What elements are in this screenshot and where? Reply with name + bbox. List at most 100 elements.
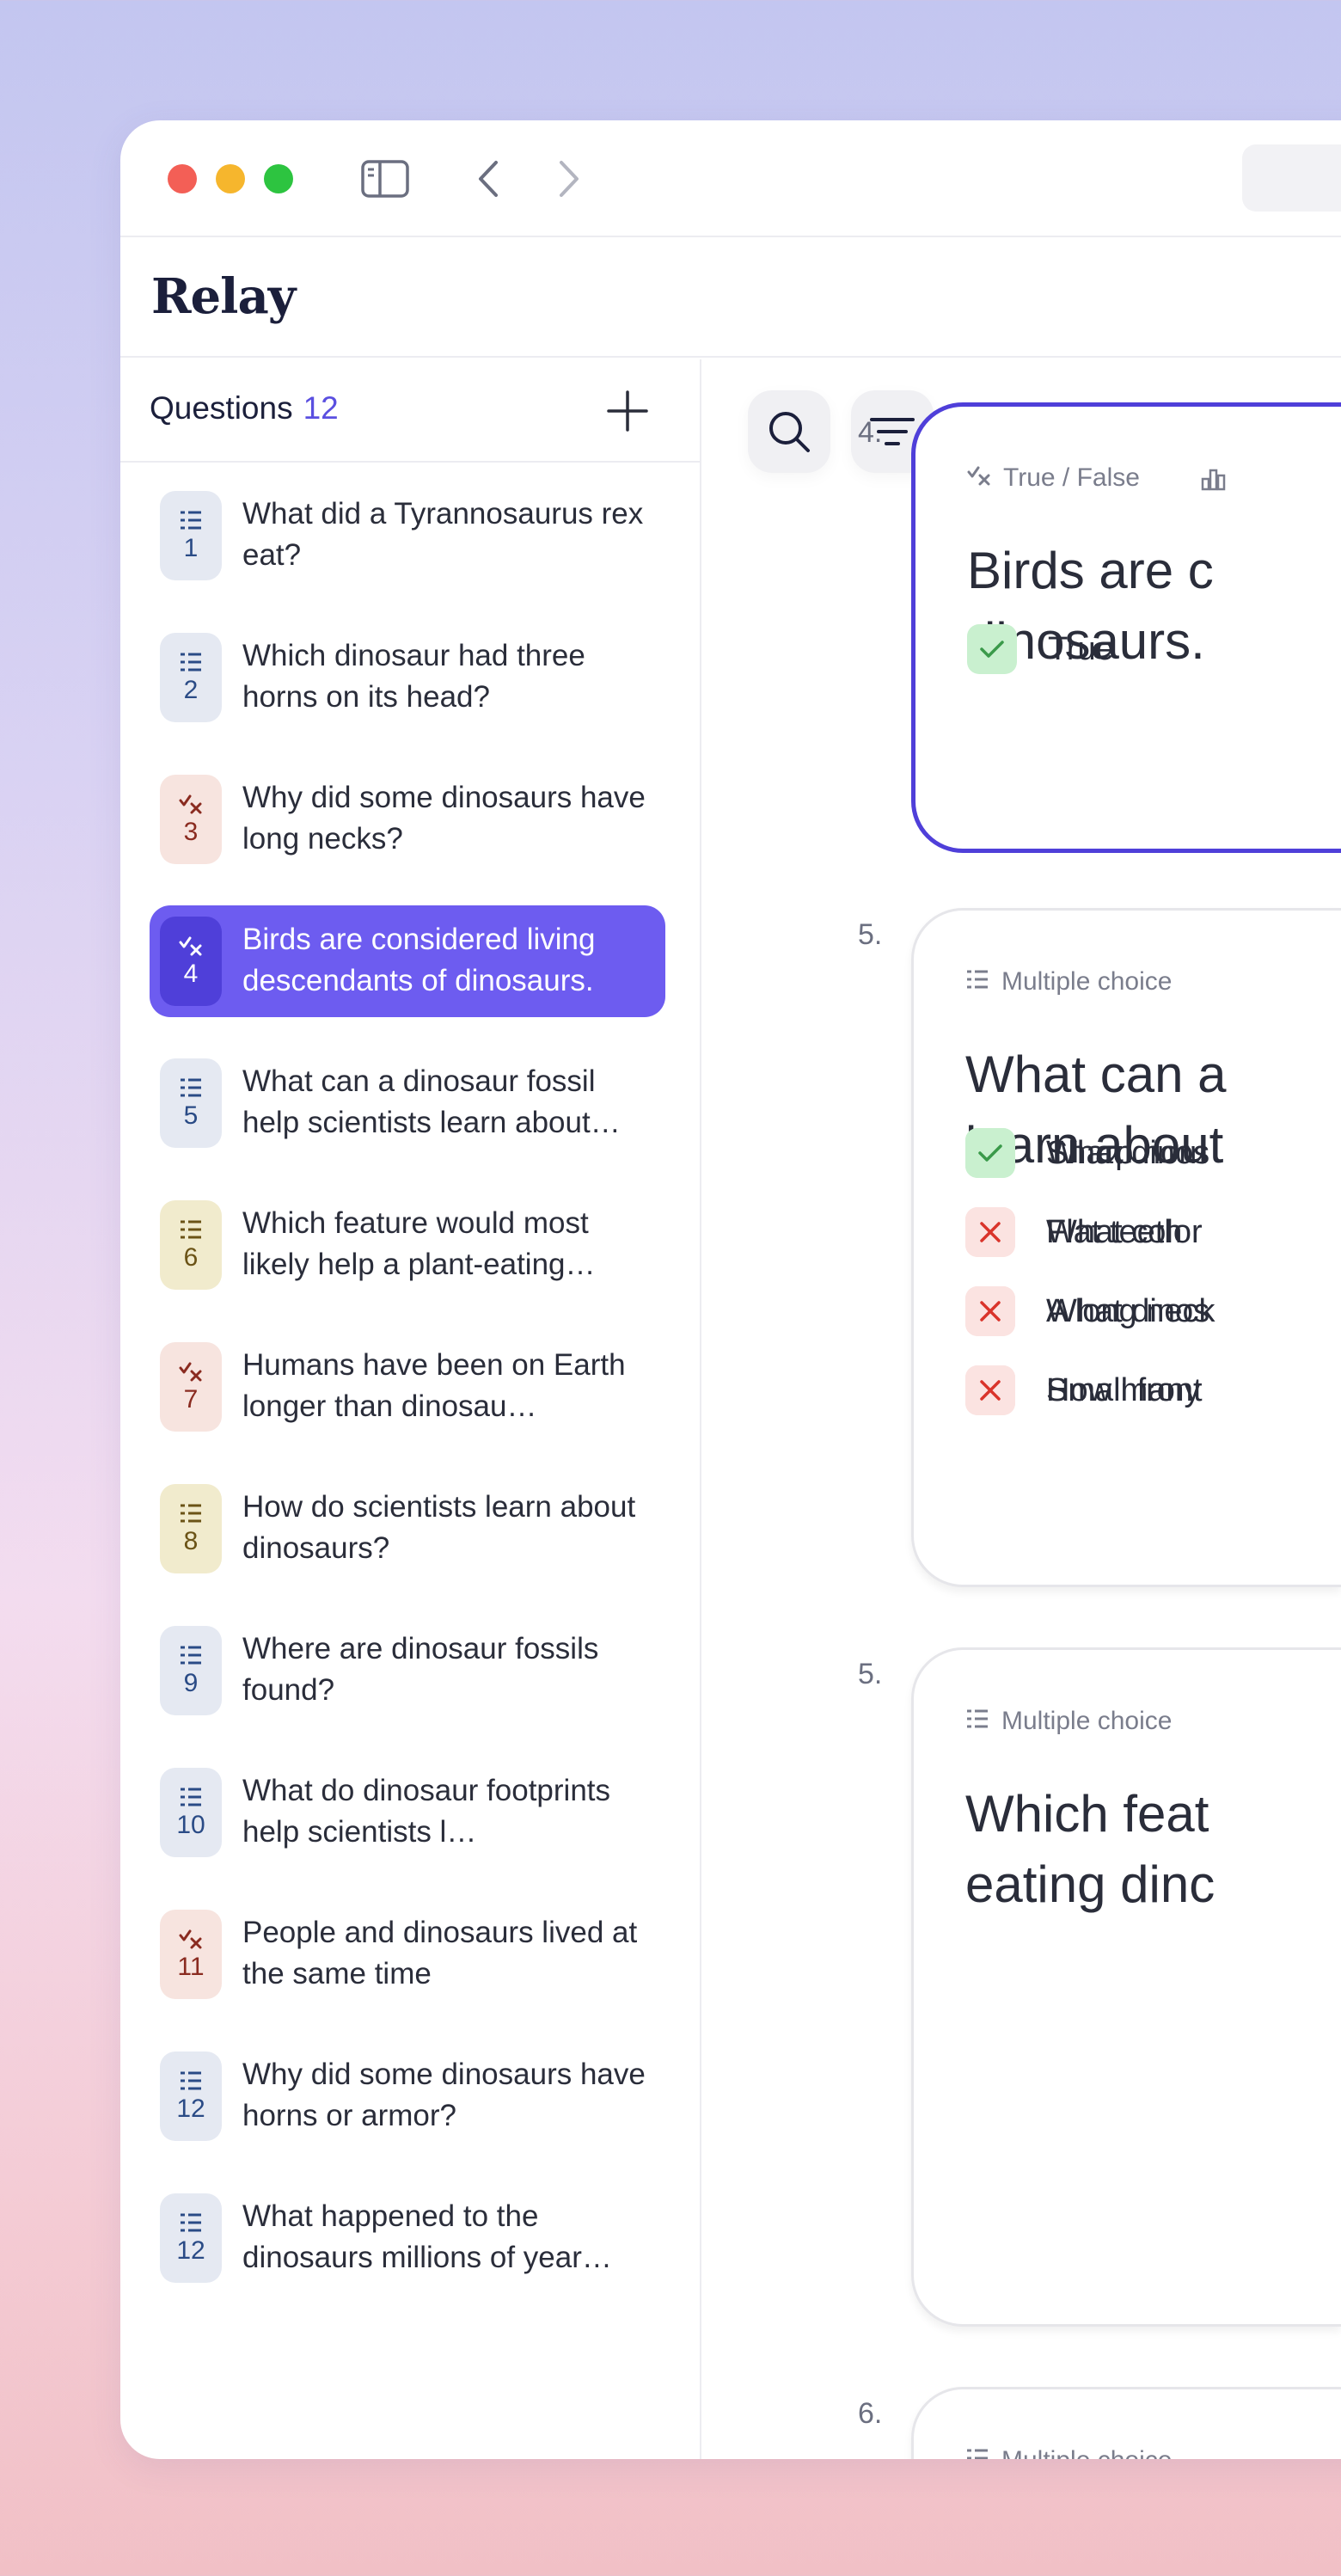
- answer-text: A long neck: [1046, 1292, 1215, 1329]
- question-list-item[interactable]: 2 Which dinosaur had three horns on its …: [150, 622, 665, 733]
- card-type-label: Multiple choice: [965, 2446, 1172, 2459]
- search-button[interactable]: [748, 390, 830, 473]
- true-false-icon: [179, 794, 203, 814]
- question-number: 8: [183, 1527, 199, 1555]
- question-text: Why did some dinosaurs have long necks?: [242, 781, 646, 856]
- multiple-choice-icon: [179, 652, 203, 672]
- answer-option[interactable]: Sharp horn: [965, 1127, 1208, 1179]
- question-text: Why did some dinosaurs have horns or arm…: [242, 2058, 646, 2132]
- question-card-selected[interactable]: True / False Birds are c dinosaurs. True: [911, 402, 1341, 853]
- forward-arrow-icon[interactable]: [552, 155, 586, 203]
- close-icon[interactable]: [965, 1286, 1015, 1336]
- answer-text: Sharp horn: [1046, 1134, 1209, 1171]
- question-badge: 10: [160, 1768, 222, 1857]
- question-badge: 8: [160, 1484, 222, 1573]
- check-icon[interactable]: [967, 624, 1017, 674]
- close-window-button[interactable]: [168, 164, 197, 193]
- question-card[interactable]: Multiple choice: [911, 2387, 1341, 2459]
- back-arrow-icon[interactable]: [471, 155, 505, 203]
- question-number: 5: [183, 1101, 199, 1130]
- plus-icon: [607, 390, 648, 432]
- question-list-item[interactable]: 1 What did a Tyrannosaurus rex eat?: [150, 480, 665, 592]
- multiple-choice-icon: [179, 1645, 203, 1665]
- question-list-item[interactable]: 12 Why did some dinosaurs have horns or …: [150, 2040, 665, 2152]
- close-icon[interactable]: [965, 1365, 1015, 1415]
- question-badge: 7: [160, 1342, 222, 1432]
- question-text: What happened to the dinosaurs millions …: [242, 2199, 612, 2274]
- card-question-number: 5.: [858, 918, 883, 951]
- question-number: 9: [183, 1669, 199, 1697]
- question-number: 4: [183, 960, 199, 988]
- answer-option[interactable]: A long neck: [965, 1285, 1215, 1337]
- add-question-button[interactable]: [602, 385, 653, 437]
- question-list-item[interactable]: 12 What happened to the dinosaurs millio…: [150, 2182, 665, 2294]
- multiple-choice-icon: [179, 2212, 203, 2233]
- question-text: What can a dinosaur fossil help scientis…: [242, 1064, 621, 1139]
- question-badge: 11: [160, 1910, 222, 1999]
- question-list-item[interactable]: 5 What can a dinosaur fossil help scient…: [150, 1047, 665, 1159]
- question-badge: 9: [160, 1626, 222, 1715]
- question-number: 12: [176, 2236, 205, 2265]
- question-list-item[interactable]: 6 Which feature would most likely help a…: [150, 1189, 665, 1301]
- question-number: 2: [183, 676, 199, 704]
- app-logo[interactable]: Relay: [151, 268, 296, 325]
- card-type-text: Multiple choice: [1001, 1707, 1173, 1735]
- true-false-icon: [179, 1929, 203, 1949]
- question-badge: 4: [160, 917, 222, 1006]
- question-list-item[interactable]: 9 Where are dinosaur fossils found?: [150, 1615, 665, 1727]
- card-type-text: Multiple choice: [1001, 2446, 1172, 2459]
- question-card[interactable]: Multiple choice Which feat eating dinc Sh…: [911, 1128, 1341, 2327]
- multiple-choice-icon: [179, 510, 203, 531]
- close-icon[interactable]: [965, 1207, 1015, 1257]
- card-question-line: Which feat: [965, 1785, 1209, 1843]
- check-icon[interactable]: [965, 1128, 1015, 1178]
- card-type-text: True / False: [1003, 463, 1140, 492]
- card-question-line: Birds are c: [967, 542, 1214, 599]
- true-false-icon: [179, 1361, 203, 1382]
- minimize-window-button[interactable]: [216, 164, 245, 193]
- question-text: What did a Tyrannosaurus rex eat?: [242, 497, 644, 572]
- multiple-choice-icon: [965, 967, 989, 997]
- question-list-item[interactable]: 4 Birds are considered living descendant…: [150, 905, 665, 1017]
- question-list: 1 What did a Tyrannosaurus rex eat? 2 Wh…: [150, 480, 665, 2324]
- question-number: 12: [176, 2095, 205, 2123]
- maximize-window-button[interactable]: [264, 164, 293, 193]
- question-list-item[interactable]: 11 People and dinosaurs lived at the sam…: [150, 1898, 665, 2010]
- card-question-number: 6.: [858, 2397, 883, 2430]
- app-header: Relay: [120, 239, 1341, 358]
- card-type-label: True / False: [967, 463, 1140, 493]
- question-badge: 3: [160, 775, 222, 864]
- answer-option[interactable]: True: [967, 623, 1114, 675]
- sidebar-toggle-icon[interactable]: [359, 155, 411, 203]
- card-question-line: What can a: [965, 1046, 1227, 1103]
- question-badge: 2: [160, 633, 222, 722]
- question-text: Birds are considered living descendants …: [242, 923, 596, 997]
- window-titlebar: [120, 120, 1341, 237]
- question-list-item[interactable]: 10 What do dinosaur footprints help scie…: [150, 1757, 665, 1868]
- question-text: Where are dinosaur fossils found?: [242, 1632, 599, 1707]
- multiple-choice-icon: [965, 1707, 989, 1736]
- card-type-text: Multiple choice: [1001, 967, 1173, 996]
- question-list-item[interactable]: 8 How do scientists learn about dinosaur…: [150, 1473, 665, 1585]
- address-bar[interactable]: [1242, 144, 1341, 212]
- question-text: Humans have been on Earth longer than di…: [242, 1348, 626, 1423]
- card-question-line: eating dinc: [965, 1855, 1215, 1913]
- answer-option[interactable]: Small front: [965, 1365, 1203, 1416]
- card-type-label: Multiple choice: [965, 967, 1172, 997]
- question-badge: 5: [160, 1058, 222, 1148]
- question-number: 3: [183, 818, 199, 846]
- questions-sidebar: Questions 12 1 What did a Tyrannosaurus r…: [120, 359, 701, 2459]
- sidebar-title-label: Questions: [150, 390, 293, 426]
- question-number: 11: [177, 1953, 205, 1981]
- answer-option[interactable]: Flat teeth: [965, 1206, 1182, 1258]
- question-number: 1: [183, 534, 199, 562]
- sidebar-header: Questions 12: [120, 359, 700, 463]
- question-number: 6: [183, 1243, 199, 1272]
- question-badge: 12: [160, 2052, 222, 2141]
- question-list-item[interactable]: 3 Why did some dinosaurs have long necks…: [150, 764, 665, 875]
- question-list-item[interactable]: 7 Humans have been on Earth longer than …: [150, 1331, 665, 1443]
- true-false-icon: [967, 463, 991, 493]
- answer-text: Flat teeth: [1046, 1213, 1183, 1250]
- stats-icon[interactable]: [1201, 467, 1227, 495]
- sidebar-title: Questions 12: [150, 390, 339, 426]
